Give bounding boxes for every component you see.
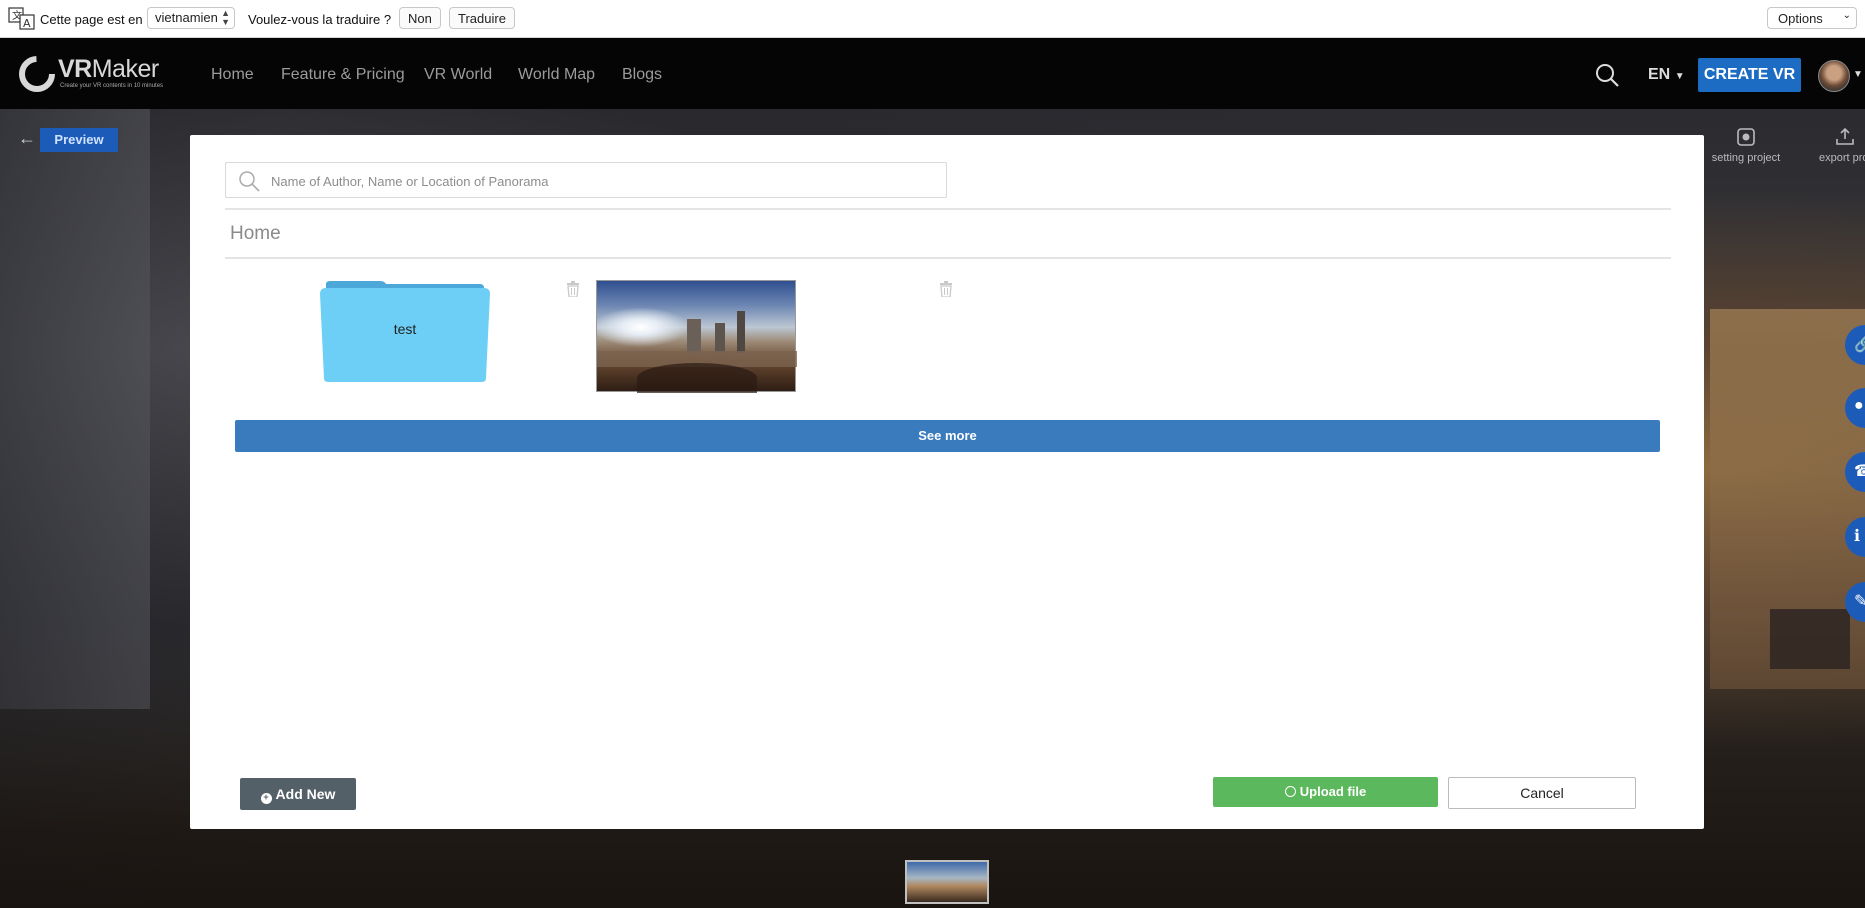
upload-circle-icon xyxy=(1284,786,1296,797)
phone-icon: ☎ xyxy=(1854,463,1865,480)
setting-project-tool[interactable]: setting project xyxy=(1706,128,1786,164)
caret-down-icon: ▼ xyxy=(1674,71,1685,82)
language-select[interactable]: vietnamien ▲ ▼ xyxy=(147,7,235,29)
svg-text:A: A xyxy=(23,17,31,30)
file-browser-modal: Home test See more +Add New Upload file … xyxy=(190,135,1704,829)
chevron-down-icon: ⌄ xyxy=(1842,10,1851,21)
back-arrow-icon[interactable]: ← xyxy=(18,128,36,149)
pencil-icon: ✎ xyxy=(1854,593,1865,610)
link-icon: 🔗 xyxy=(1854,336,1865,353)
top-navbar: VRMaker Create your VR contents in 10 mi… xyxy=(0,38,1865,109)
panorama-thumbnail[interactable] xyxy=(596,280,797,393)
logo-tagline: Create your VR contents in 10 minutes xyxy=(60,83,164,89)
plus-circle-icon: + xyxy=(260,793,272,804)
language-select-value: vietnamien xyxy=(155,10,218,25)
add-new-button[interactable]: + Add New xyxy=(240,778,356,810)
nav-home[interactable]: Home xyxy=(211,66,254,84)
language-label: EN xyxy=(1648,66,1671,83)
options-label: Options xyxy=(1778,11,1823,26)
trash-icon[interactable] xyxy=(566,281,580,297)
panorama-search[interactable] xyxy=(225,162,947,198)
search-icon[interactable] xyxy=(1594,62,1620,88)
options-select[interactable]: Options ⌄ xyxy=(1767,7,1857,29)
info-icon: ℹ xyxy=(1854,528,1861,545)
scene-thumbnail[interactable] xyxy=(905,860,989,904)
preview-button[interactable]: Preview xyxy=(40,128,118,152)
translate-bar: 文 A Cette page est en vietnamien ▲ ▼ Voul… xyxy=(0,0,1865,38)
nav-world-map[interactable]: World Map xyxy=(518,66,595,84)
language-dropdown[interactable]: EN ▼ xyxy=(1648,66,1685,84)
no-button[interactable]: Non xyxy=(399,7,441,29)
divider xyxy=(225,208,1671,210)
logo-mark-icon xyxy=(19,56,55,92)
translate-icon: 文 A xyxy=(8,7,35,30)
select-arrows-icon: ▲ ▼ xyxy=(221,8,230,27)
nav-feature-pricing[interactable]: Feature & Pricing xyxy=(281,66,405,84)
translate-question: Voulez-vous la traduire ? xyxy=(248,12,392,27)
upload-label: Upload file xyxy=(1299,784,1367,799)
translate-button[interactable]: Traduire xyxy=(449,7,515,29)
create-vr-button[interactable]: CREATE VR xyxy=(1698,58,1801,92)
divider xyxy=(225,257,1671,259)
nav-blogs[interactable]: Blogs xyxy=(622,66,662,84)
avatar-caret-icon[interactable]: ▼ xyxy=(1853,69,1863,80)
see-more-button[interactable]: See more xyxy=(235,420,1660,452)
export-project-tool[interactable]: export proj xyxy=(1805,128,1865,164)
export-project-label: export proj xyxy=(1819,152,1865,164)
add-new-label: Add New xyxy=(275,786,336,802)
setting-project-label: setting project xyxy=(1711,152,1781,164)
trash-icon[interactable] xyxy=(939,281,953,297)
search-input[interactable] xyxy=(271,171,921,191)
nav-vr-world[interactable]: VR World xyxy=(424,66,492,84)
export-icon xyxy=(1836,128,1854,145)
search-icon xyxy=(239,171,260,192)
folder-name: test xyxy=(393,321,417,337)
map-pin-icon: ● xyxy=(1854,397,1864,414)
logo-text: VRMaker xyxy=(58,55,159,83)
breadcrumb[interactable]: Home xyxy=(230,223,281,245)
folder-item[interactable]: test xyxy=(320,280,490,382)
vrmaker-logo[interactable]: VRMaker Create your VR contents in 10 mi… xyxy=(18,53,163,95)
upload-file-button[interactable]: Upload file xyxy=(1213,777,1438,807)
avatar[interactable] xyxy=(1818,60,1850,92)
translate-prefix: Cette page est en xyxy=(40,12,143,27)
cancel-button[interactable]: Cancel xyxy=(1448,777,1636,809)
settings-icon xyxy=(1737,128,1755,146)
